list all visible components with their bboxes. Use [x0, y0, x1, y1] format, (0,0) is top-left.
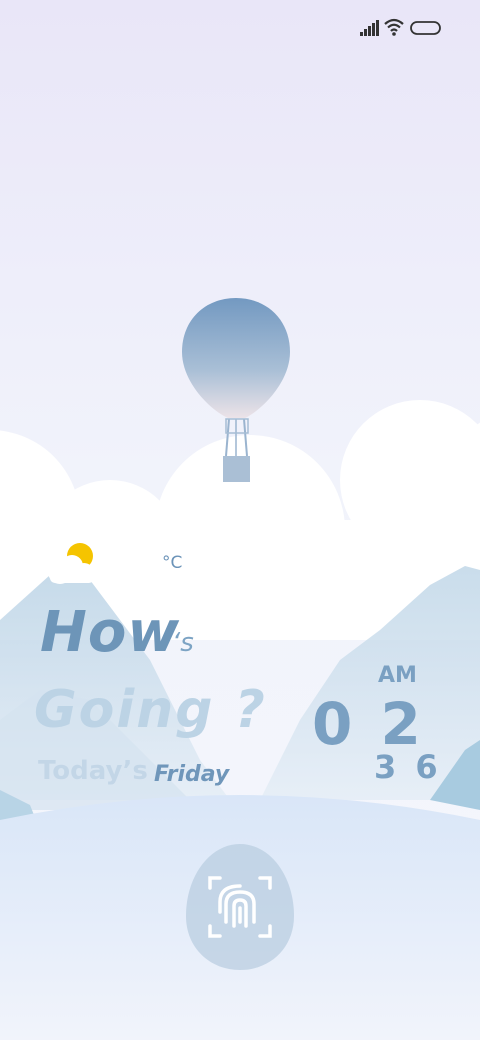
greeting-apostrophe-s: ‘s	[172, 628, 194, 658]
fingerprint-icon	[186, 844, 294, 970]
clock-minute: 3 6	[374, 748, 442, 786]
day-of-week: Friday	[154, 762, 230, 787]
battery-icon	[410, 21, 441, 35]
today-label: Today’s	[38, 756, 148, 786]
wifi-icon	[384, 18, 404, 36]
partly-cloudy-icon[interactable]	[44, 540, 100, 588]
cellular-signal-icon	[360, 20, 379, 36]
greeting-how: How	[40, 600, 181, 665]
greeting-going: Going ?	[34, 680, 267, 740]
clock-ampm: AM	[378, 663, 417, 688]
fingerprint-unlock-button[interactable]	[184, 842, 296, 972]
status-bar	[360, 16, 450, 40]
temperature-unit: °C	[162, 553, 183, 573]
